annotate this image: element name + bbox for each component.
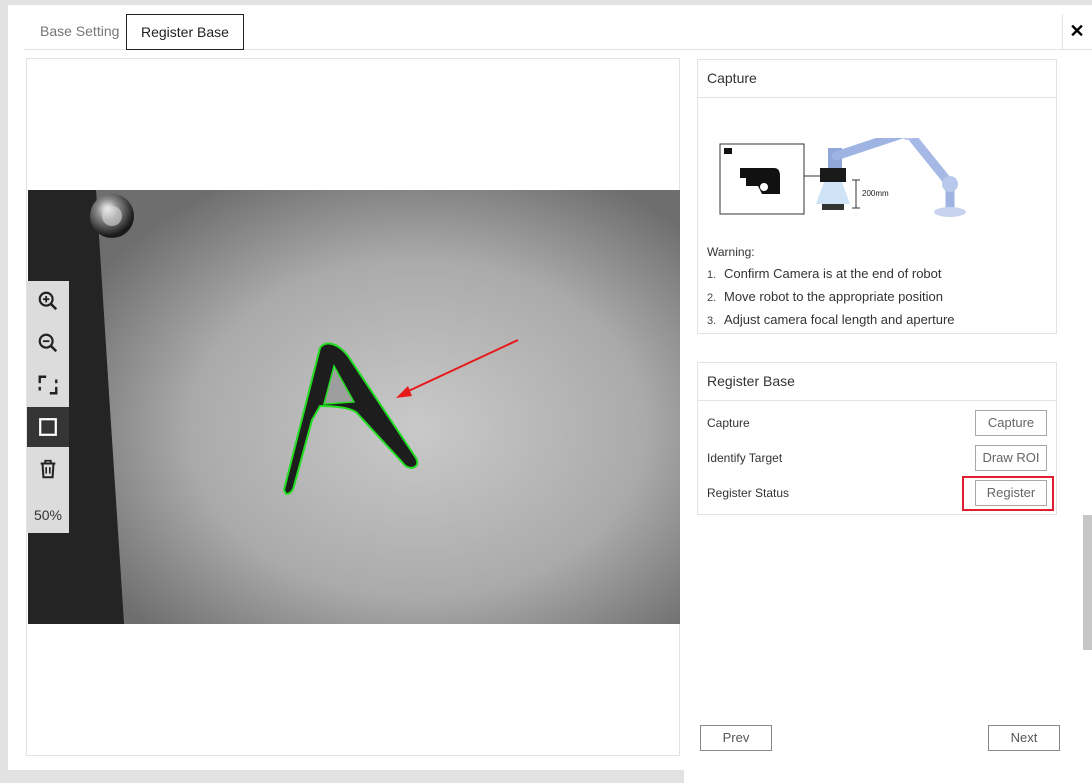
camera-image[interactable]: [28, 190, 680, 624]
register-card-title: Register Base: [698, 363, 1056, 401]
tab-register-base[interactable]: Register Base: [126, 14, 244, 50]
camera-robot-illustration: 200mm: [719, 138, 966, 217]
register-base-card: Register Base Capture Capture Identify T…: [697, 362, 1057, 515]
dialog-footer-strip: [684, 770, 1092, 783]
draw-roi-button[interactable]: Draw ROI: [975, 445, 1047, 471]
capture-row: Capture Capture: [707, 410, 1047, 436]
next-button[interactable]: Next: [988, 725, 1060, 751]
camera-image-graphic: [28, 190, 680, 624]
warning-item: 1. Confirm Camera is at the end of robot: [707, 266, 942, 281]
capture-row-label: Capture: [707, 416, 750, 430]
zoom-level: 50%: [33, 507, 63, 523]
distance-label: 200mm: [862, 189, 889, 198]
capture-card-title: Capture: [698, 60, 1056, 98]
image-viewer: 50%: [26, 58, 680, 756]
close-icon[interactable]: ✕: [1068, 20, 1086, 42]
scrollbar[interactable]: [1083, 50, 1092, 770]
register-status-row: Register Status Register: [707, 476, 1054, 511]
warning-item: 2. Move robot to the appropriate position: [707, 289, 943, 304]
fit-screen-icon[interactable]: [27, 365, 69, 405]
tab-bar: Base Setting Register Base: [24, 14, 1092, 50]
tab-divider: [1062, 14, 1063, 50]
scroll-thumb[interactable]: [1083, 515, 1092, 650]
warning-title: Warning:: [707, 245, 755, 259]
warning-list: 1. Confirm Camera is at the end of robot …: [707, 262, 955, 331]
zoom-out-icon[interactable]: [27, 323, 69, 363]
tab-base-setting[interactable]: Base Setting: [26, 14, 133, 50]
register-status-label: Register Status: [707, 486, 790, 500]
image-toolbar: 50%: [27, 281, 69, 533]
rectangle-roi-icon[interactable]: [27, 407, 69, 447]
prev-button[interactable]: Prev: [700, 725, 772, 751]
identify-target-row: Identify Target Draw ROI: [707, 445, 1047, 471]
trash-icon[interactable]: [27, 449, 69, 489]
zoom-in-icon[interactable]: [27, 281, 69, 321]
identify-target-label: Identify Target: [707, 451, 783, 465]
capture-card: Capture 200mm Warning: 1. Confirm Camera …: [697, 59, 1057, 334]
warning-item: 3. Adjust camera focal length and apertur…: [707, 312, 955, 327]
register-highlight: [962, 476, 1054, 511]
capture-button[interactable]: Capture: [975, 410, 1047, 436]
